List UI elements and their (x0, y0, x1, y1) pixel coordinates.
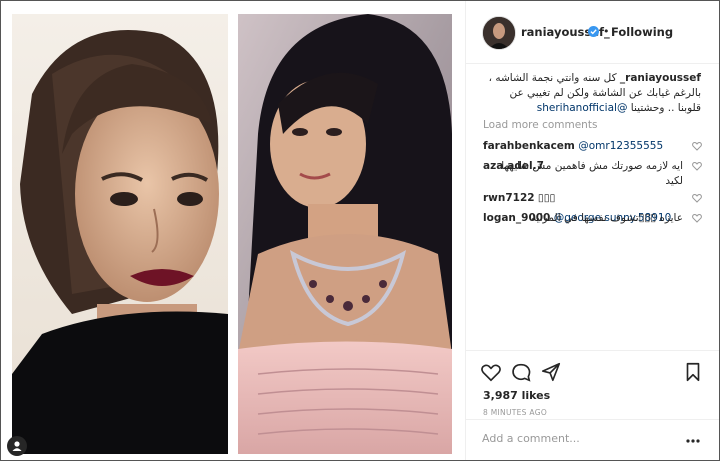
share-icon[interactable] (540, 361, 562, 383)
comment-like-heart-icon[interactable] (692, 213, 702, 223)
comment-text: عايزه ▯▯▯تشوف نفسها في المراية (531, 212, 683, 224)
right-photo (238, 14, 452, 454)
instagram-post-window: raniayoussef_ • Following raniayoussef_ … (0, 0, 720, 461)
left-photo (12, 14, 228, 454)
add-comment-bar: Add a comment... (466, 419, 719, 460)
comment-text-rtl: عايزه ▯▯▯تشوف نفسها في المراية (483, 211, 683, 226)
add-comment-input[interactable]: Add a comment... (482, 432, 580, 445)
comment-like-heart-icon[interactable] (692, 141, 702, 151)
comment-icon[interactable] (510, 361, 532, 383)
post-header: raniayoussef_ • Following (466, 1, 719, 64)
comment-like-heart-icon[interactable] (692, 161, 702, 171)
caption-mention[interactable]: @sherihanofficial (537, 102, 628, 114)
comment-mention[interactable]: @omr12355555 (578, 140, 663, 152)
post-media[interactable] (2, 2, 465, 460)
comment-row: rwn7122 ▯▯▯ (483, 191, 683, 206)
heart-icon[interactable] (480, 361, 502, 383)
likes-count[interactable]: 3,987 likes (483, 389, 550, 402)
caption: raniayoussef_ كل سنه وانتي نجمة الشاشه ،… (483, 71, 701, 116)
comment-text: ▯▯▯ (537, 192, 556, 204)
separator-dot: • (603, 25, 610, 38)
comment-username[interactable]: rwn7122 (483, 192, 535, 204)
avatar[interactable] (482, 16, 516, 50)
caption-username[interactable]: raniayoussef_ (620, 72, 701, 84)
user-tag-icon[interactable] (7, 436, 27, 456)
comment-row: farahbenkacem @omr12355555 (483, 139, 683, 154)
verified-badge-icon (588, 26, 599, 37)
post-timestamp[interactable]: 8 MINUTES AGO (483, 408, 547, 417)
comment-like-heart-icon[interactable] (692, 193, 702, 203)
load-more-comments-link[interactable]: Load more comments (483, 119, 597, 131)
comment-text-rtl: ايه لازمه صورتك مش فاهمين مش شايهها لكيد (483, 159, 683, 189)
following-button[interactable]: Following (611, 25, 673, 39)
comment-text: ايه لازمه صورتك مش فاهمين مش شايهها لكيد (501, 160, 683, 187)
bookmark-icon[interactable] (682, 361, 704, 383)
more-icon[interactable] (686, 439, 700, 443)
post-sidebar: raniayoussef_ • Following raniayoussef_ … (465, 1, 719, 460)
comment-username[interactable]: farahbenkacem (483, 140, 575, 152)
